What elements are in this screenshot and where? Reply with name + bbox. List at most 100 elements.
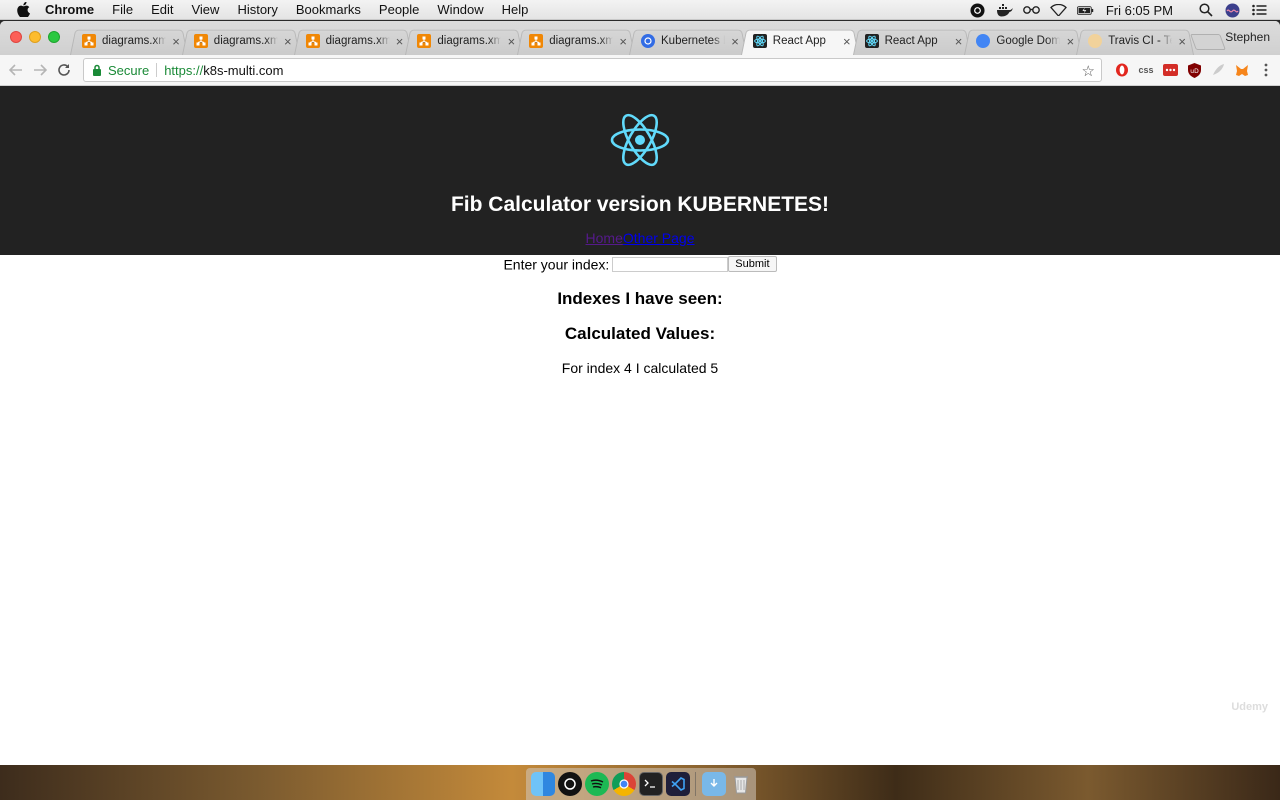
search-icon[interactable] bbox=[1197, 3, 1214, 17]
zoom-window-button[interactable] bbox=[48, 31, 60, 43]
chrome-window: diagrams.xml × diagrams.xml × diagrams.xml × d… bbox=[0, 21, 1280, 765]
glasses-icon[interactable] bbox=[1022, 3, 1040, 17]
secure-label[interactable]: Secure bbox=[108, 63, 149, 78]
tab-close-icon[interactable]: × bbox=[505, 34, 517, 49]
apple-menu-icon[interactable] bbox=[17, 2, 31, 18]
tab[interactable]: Google Doma × bbox=[964, 27, 1082, 55]
tab-title: diagrams.xml bbox=[325, 35, 390, 47]
reload-button[interactable] bbox=[52, 58, 76, 82]
tab-close-icon[interactable]: × bbox=[1064, 34, 1076, 49]
tab-active[interactable]: React App × bbox=[741, 27, 859, 55]
menu-icon[interactable] bbox=[1254, 59, 1278, 81]
tab[interactable]: Travis CI - Te × bbox=[1076, 27, 1194, 55]
menu-history[interactable]: History bbox=[237, 2, 277, 17]
lock-icon[interactable] bbox=[92, 64, 102, 76]
siri-icon[interactable] bbox=[1224, 3, 1241, 17]
menu-window[interactable]: Window bbox=[437, 2, 483, 17]
calculated-values-heading: Calculated Values: bbox=[564, 324, 716, 343]
tab[interactable]: Kubernetes E × bbox=[629, 27, 747, 55]
bookmark-star-icon[interactable]: ☆ bbox=[1082, 62, 1095, 80]
tab-title: React App bbox=[772, 35, 826, 47]
app-header: Fib Calculator version KUBERNETES! HomeO… bbox=[0, 86, 1280, 255]
css-icon[interactable]: css bbox=[1134, 59, 1158, 81]
nav-links: HomeOther Page bbox=[0, 230, 1280, 246]
app-title: Fib Calculator version KUBERNETES! bbox=[450, 193, 830, 216]
address-bar[interactable]: Secure https:// k8s-multi.com ☆ bbox=[83, 58, 1102, 82]
extensions-area: css uD bbox=[1110, 59, 1278, 81]
forward-button[interactable] bbox=[28, 58, 52, 82]
menu-people[interactable]: People bbox=[379, 2, 419, 17]
menu-help[interactable]: Help bbox=[502, 2, 529, 17]
menu-view[interactable]: View bbox=[191, 2, 219, 17]
tab-title: React App bbox=[884, 35, 938, 47]
react-icon bbox=[864, 34, 879, 48]
tab-close-icon[interactable]: × bbox=[617, 34, 629, 49]
tab-title: diagrams.xml bbox=[213, 35, 278, 47]
opera-icon[interactable] bbox=[1110, 59, 1134, 81]
tab-close-icon[interactable]: × bbox=[729, 34, 741, 49]
lastpass-icon[interactable] bbox=[1158, 59, 1182, 81]
vscode-icon[interactable] bbox=[665, 772, 690, 796]
calculated-value-item: For index 4 I calculated 5 bbox=[561, 360, 719, 376]
menu-file[interactable]: File bbox=[112, 2, 133, 17]
index-form: Enter your index: Submit bbox=[0, 255, 1280, 277]
dock-separator bbox=[695, 772, 696, 796]
tab-close-icon[interactable]: × bbox=[953, 34, 965, 49]
back-button[interactable] bbox=[4, 58, 28, 82]
tab-close-icon[interactable]: × bbox=[841, 34, 853, 49]
tab-strip: diagrams.xml × diagrams.xml × diagrams.xml × d… bbox=[0, 21, 1280, 55]
spotify-icon[interactable] bbox=[584, 772, 609, 796]
tab-close-icon[interactable]: × bbox=[1176, 34, 1188, 49]
tab-title: diagrams.xml bbox=[437, 35, 502, 47]
finder-icon[interactable] bbox=[530, 772, 555, 796]
other-page-link[interactable]: Other Page bbox=[623, 230, 695, 246]
home-link[interactable]: Home bbox=[586, 230, 623, 246]
tab-title: Google Doma bbox=[996, 35, 1061, 47]
metamask-icon[interactable] bbox=[1230, 59, 1254, 81]
tab[interactable]: diagrams.xml × bbox=[517, 27, 635, 55]
dock bbox=[526, 768, 756, 800]
travis-icon bbox=[1088, 34, 1103, 48]
tab-close-icon[interactable]: × bbox=[170, 34, 182, 49]
profile-button[interactable]: Stephen bbox=[1225, 30, 1270, 44]
close-window-button[interactable] bbox=[10, 31, 22, 43]
new-tab-button[interactable] bbox=[1190, 34, 1226, 50]
tab[interactable]: diagrams.xml × bbox=[405, 27, 523, 55]
url-scheme: https:// bbox=[164, 62, 204, 78]
submit-button[interactable]: Submit bbox=[728, 256, 777, 273]
menu-edit[interactable]: Edit bbox=[151, 2, 173, 17]
tab[interactable]: React App × bbox=[853, 27, 971, 55]
drawio-icon bbox=[305, 34, 320, 48]
react-logo-icon bbox=[610, 113, 670, 167]
downloads-folder-icon[interactable] bbox=[701, 772, 726, 796]
battery-icon[interactable] bbox=[1076, 3, 1094, 17]
obs-icon[interactable] bbox=[969, 2, 986, 18]
drawio-icon bbox=[82, 34, 96, 48]
obs-icon[interactable] bbox=[557, 772, 582, 796]
list-icon[interactable] bbox=[1251, 3, 1268, 17]
tab-close-icon[interactable]: × bbox=[394, 34, 406, 49]
wifi-icon[interactable] bbox=[1049, 3, 1067, 17]
tab[interactable]: diagrams.xml × bbox=[182, 27, 300, 55]
url-host: k8s-multi.com bbox=[203, 62, 284, 78]
menubar-clock[interactable]: Fri 6:05 PM bbox=[1106, 3, 1173, 18]
ublock-icon[interactable]: uD bbox=[1182, 59, 1206, 81]
tab-close-icon[interactable]: × bbox=[282, 34, 294, 49]
tab-title: Kubernetes E bbox=[661, 35, 725, 47]
tab-title: diagrams.xml bbox=[102, 35, 166, 47]
menu-app-name[interactable]: Chrome bbox=[45, 2, 94, 17]
react-icon bbox=[752, 34, 767, 48]
tab[interactable]: diagrams.xml × bbox=[70, 27, 188, 55]
menu-bookmarks[interactable]: Bookmarks bbox=[296, 2, 361, 17]
terminal-icon[interactable] bbox=[638, 772, 663, 796]
drawio-icon bbox=[529, 34, 544, 48]
index-input[interactable] bbox=[612, 256, 729, 272]
feather-icon[interactable] bbox=[1206, 59, 1230, 81]
minimize-window-button[interactable] bbox=[29, 31, 41, 43]
indexes-seen-heading: Indexes I have seen: bbox=[557, 289, 723, 308]
docker-icon[interactable] bbox=[996, 3, 1013, 17]
trash-icon[interactable] bbox=[729, 772, 753, 796]
omnibox-separator bbox=[156, 63, 158, 77]
chrome-icon[interactable] bbox=[611, 772, 636, 796]
tab[interactable]: diagrams.xml × bbox=[294, 27, 412, 55]
